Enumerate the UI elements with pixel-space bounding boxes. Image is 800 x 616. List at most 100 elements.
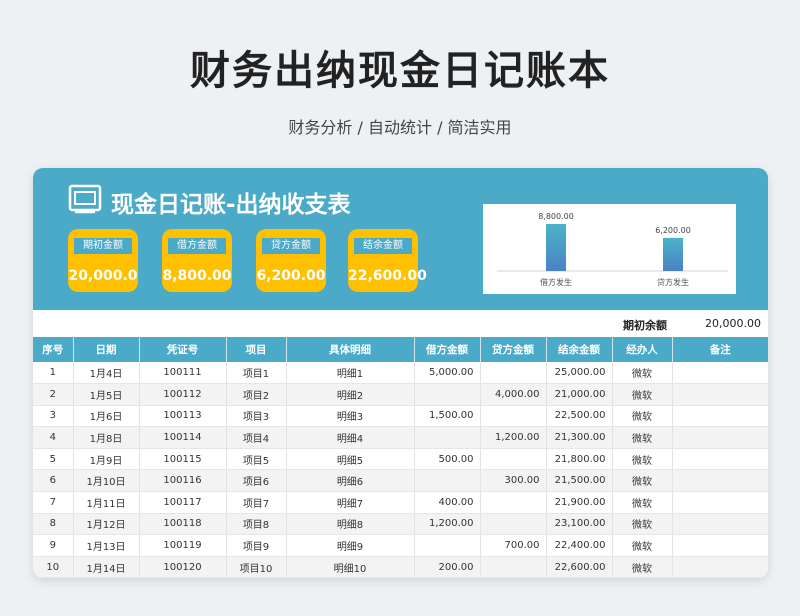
table-row: 7 1月11日 100117 项目7 明细7 400.00 21,900.00 微软 [33,491,768,514]
kpi-opening-amount: 期初金额 20,000.0 [68,229,138,292]
cell-seq: 6 [33,469,74,493]
cell-debit [414,383,481,406]
cell-project: 项目7 [226,491,287,514]
column-header-credit: 贷方金额 [480,337,547,362]
table-row: 9 1月13日 100119 项目9 明细9 700.00 22,400.00 微软 [33,534,768,557]
cell-credit: 1,200.00 [480,426,547,449]
category-label: 借方发生 [540,277,572,287]
ledger-card: 现金日记账-出纳收支表 期初金额 20,000.0 借方金额 8,800.00 … [33,168,768,578]
table-row: 8 1月12日 100118 项目8 明细8 1,200.00 23,100.00 微软 [33,513,768,536]
cell-balance: 25,000.00 [546,362,613,385]
bar-0 [546,224,566,271]
cell-detail: 明细9 [286,534,415,557]
cell-handler: 微软 [612,556,673,578]
column-header-remark: 备注 [672,337,768,362]
cell-seq: 8 [33,513,74,536]
opening-balance-label: 期初余额 [623,319,667,332]
cell-handler: 微软 [612,513,673,536]
cell-project: 项目1 [226,362,287,385]
cell-project: 项目10 [226,556,287,578]
kpi-value: 8,800.00 [162,268,232,284]
cell-date: 1月10日 [73,469,140,493]
cell-handler: 微软 [612,534,673,557]
kpi-label: 借方金额 [168,238,226,254]
cell-voucher: 100112 [139,383,227,406]
cell-debit: 1,500.00 [414,405,481,428]
kpi-label: 结余金额 [354,238,412,254]
cell-credit: 4,000.00 [480,383,547,406]
cell-debit: 500.00 [414,448,481,471]
cell-date: 1月12日 [73,513,140,536]
cell-voucher: 100120 [139,556,227,578]
cell-voucher: 100119 [139,534,227,557]
cell-date: 1月5日 [73,383,140,406]
kpi-balance-amount: 结余金额 22,600.00 [348,229,427,292]
table-row: 10 1月14日 100120 项目10 明细10 200.00 22,600.00 微软 [33,556,768,578]
cell-handler: 微软 [612,426,673,449]
cell-debit: 200.00 [414,556,481,578]
cell-credit [480,448,547,471]
column-header-project: 项目 [226,337,287,362]
table-row: 4 1月8日 100114 项目4 明细4 1,200.00 21,300.00 微软 [33,426,768,449]
bar-chart-svg: 8,800.00 借方发生 6,200.00 贷方发生 [497,212,728,287]
opening-balance-row: 期初余额 20,000.00 [33,310,768,337]
table-row: 2 1月5日 100112 项目2 明细2 4,000.00 21,000.00 微软 [33,383,768,406]
cell-date: 1月4日 [73,362,140,385]
cell-remark [672,534,768,557]
cell-balance: 21,500.00 [546,469,613,493]
cell-balance: 23,100.00 [546,513,613,536]
cell-seq: 1 [33,362,74,385]
cell-project: 项目6 [226,469,287,493]
cell-detail: 明细3 [286,405,415,428]
column-header-date: 日期 [73,337,140,362]
column-header-balance: 结余金额 [546,337,613,362]
table-row: 3 1月6日 100113 项目3 明细3 1,500.00 22,500.00 微软 [33,405,768,428]
bar-value-label: 8,800.00 [538,212,574,221]
column-header-handler: 经办人 [612,337,673,362]
cell-handler: 微软 [612,491,673,514]
cell-detail: 明细8 [286,513,415,536]
cell-voucher: 100114 [139,426,227,449]
cell-credit [480,362,547,385]
cell-seq: 4 [33,426,74,449]
summary-chart: 8,800.00 借方发生 6,200.00 贷方发生 [483,204,736,294]
cell-detail: 明细5 [286,448,415,471]
cell-project: 项目3 [226,405,287,428]
cell-remark [672,383,768,406]
cell-project: 项目9 [226,534,287,557]
cell-balance: 22,500.00 [546,405,613,428]
cell-remark [672,469,768,493]
cell-balance: 21,900.00 [546,491,613,514]
column-header-voucher: 凭证号 [139,337,227,362]
table-row: 6 1月10日 100116 项目6 明细6 300.00 21,500.00 微软 [33,469,768,493]
cell-project: 项目5 [226,448,287,471]
cell-debit [414,469,481,493]
cell-date: 1月9日 [73,448,140,471]
cell-credit [480,513,547,536]
category-label: 贷方发生 [657,277,689,287]
cell-date: 1月14日 [73,556,140,578]
cell-detail: 明细6 [286,469,415,493]
kpi-debit-amount: 借方金额 8,800.00 [162,229,232,292]
cell-remark [672,405,768,428]
cell-balance: 21,000.00 [546,383,613,406]
cell-handler: 微软 [612,383,673,406]
ledger-table: 序号 日期 凭证号 项目 具体明细 借方金额 贷方金额 结余金额 经办人 备注 1 1月4日 1001… [33,337,768,578]
cell-handler: 微软 [612,448,673,471]
cell-handler: 微软 [612,362,673,385]
table-row: 1 1月4日 100111 项目1 明细1 5,000.00 25,000.00 微软 [33,362,768,385]
kpi-value: 6,200.00 [256,268,326,284]
cell-balance: 22,400.00 [546,534,613,557]
cell-debit: 5,000.00 [414,362,481,385]
cell-voucher: 100117 [139,491,227,514]
cell-seq: 2 [33,383,74,406]
kpi-label: 期初金额 [74,238,132,254]
cell-project: 项目8 [226,513,287,536]
cell-detail: 明细1 [286,362,415,385]
column-header-seq: 序号 [33,337,74,362]
cell-seq: 7 [33,491,74,514]
cell-date: 1月13日 [73,534,140,557]
cell-credit: 700.00 [480,534,547,557]
cell-voucher: 100115 [139,448,227,471]
cell-remark [672,491,768,514]
